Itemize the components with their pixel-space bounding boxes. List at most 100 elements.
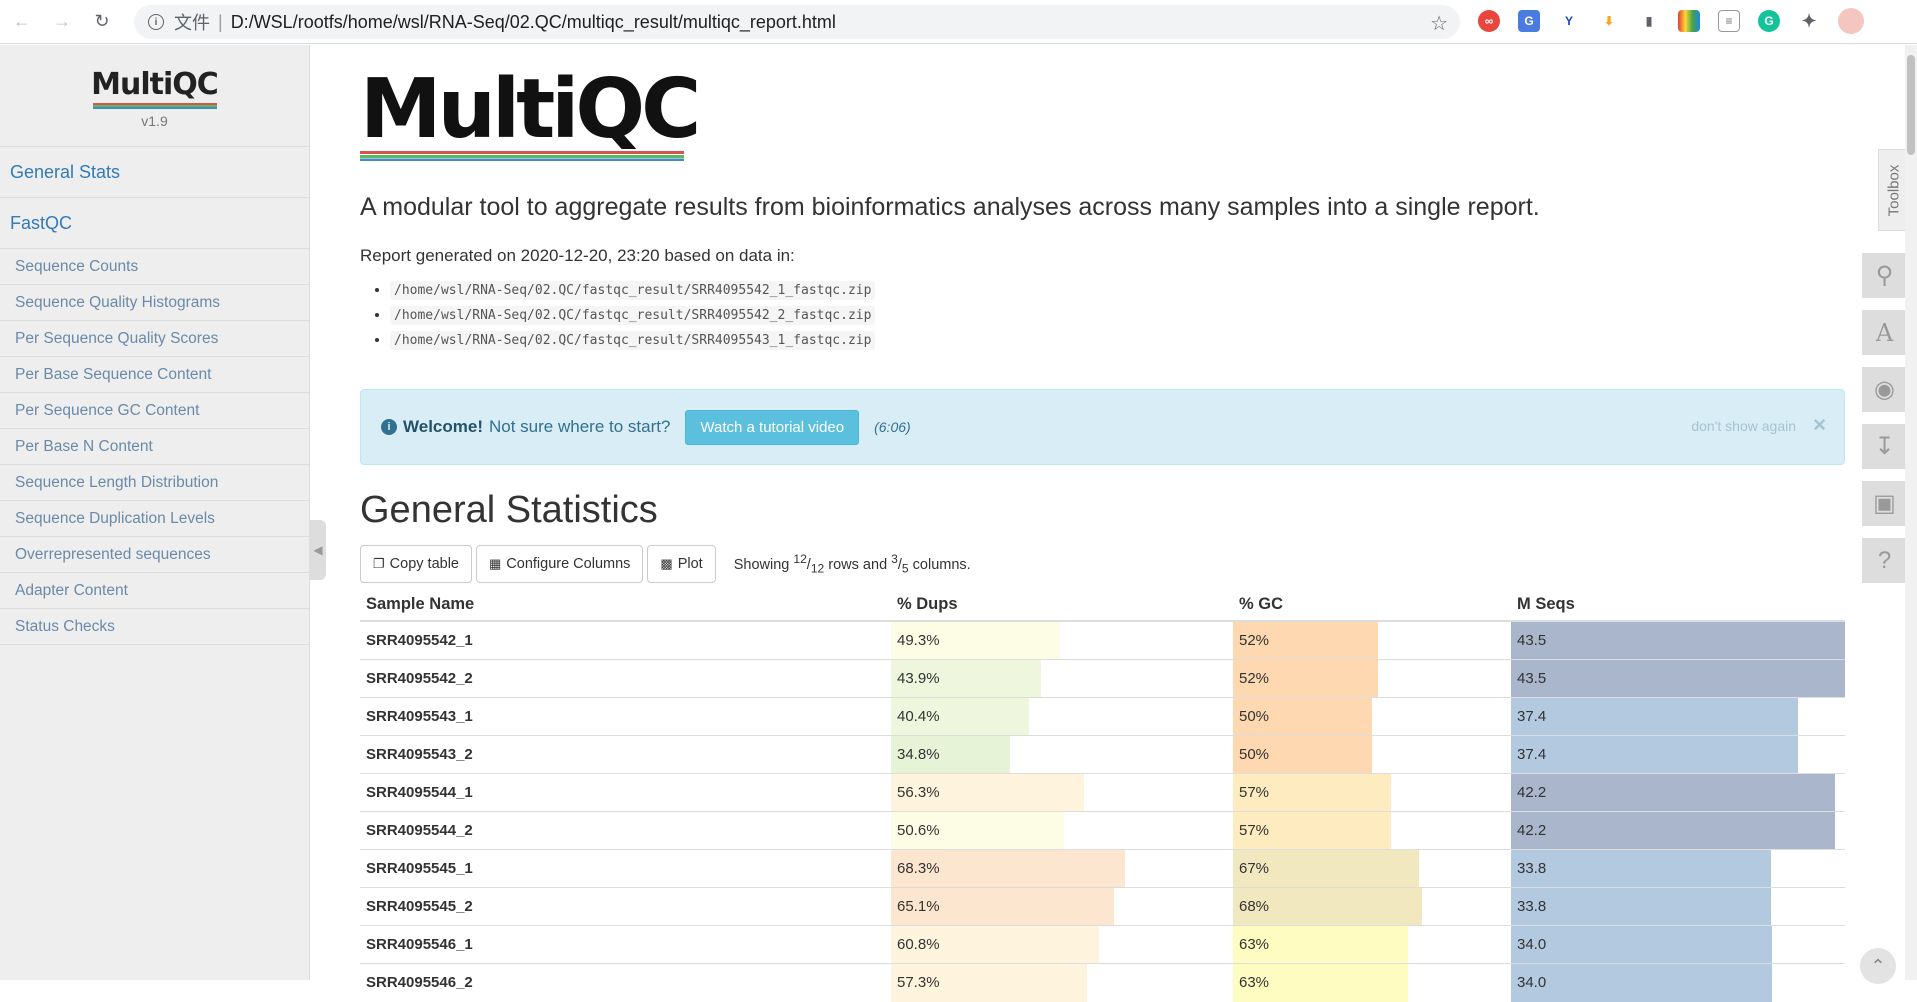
mseqs-cell: 37.4 bbox=[1511, 697, 1845, 736]
configure-columns-label: Configure Columns bbox=[506, 556, 631, 572]
dont-show-again-link[interactable]: don't show again bbox=[1691, 418, 1796, 434]
url-text[interactable]: D:/WSL/rootfs/home/wsl/RNA-Seq/02.QC/mul… bbox=[231, 12, 836, 33]
cell-value: 50.6% bbox=[897, 822, 940, 839]
cell-value: 42.2 bbox=[1517, 822, 1547, 839]
bookmark-star-icon[interactable]: ☆ bbox=[1430, 11, 1448, 36]
report-main: MultiQC A modular tool to aggregate resu… bbox=[360, 45, 1845, 1002]
cell-value: 33.8 bbox=[1517, 898, 1547, 915]
help-icon[interactable]: ? bbox=[1862, 538, 1907, 583]
sidebar-item-adapter-content[interactable]: Adapter Content bbox=[0, 573, 309, 609]
col-header-sample-name[interactable]: Sample Name bbox=[360, 589, 891, 622]
gc-cell: 57% bbox=[1233, 811, 1511, 850]
cell-value: 50% bbox=[1239, 708, 1270, 725]
cell-value: 57% bbox=[1239, 822, 1270, 839]
version-label: v1.9 bbox=[141, 113, 168, 129]
sidebar-logo[interactable]: MultiQC bbox=[0, 67, 309, 102]
hide-icon[interactable]: ◉ bbox=[1862, 367, 1907, 412]
gc-cell: 67% bbox=[1233, 849, 1511, 888]
dups-cell: 43.9% bbox=[891, 659, 1233, 698]
sidebar-item-per-base-n-content[interactable]: Per Base N Content bbox=[0, 429, 309, 465]
colors-extension-icon[interactable] bbox=[1678, 10, 1700, 32]
cell-value: 57.3% bbox=[897, 974, 940, 992]
puzzle-icon[interactable]: ✦ bbox=[1798, 10, 1820, 32]
gc-cell: 50% bbox=[1233, 735, 1511, 774]
sidebar-item-sequence-counts[interactable]: Sequence Counts bbox=[0, 249, 309, 285]
omnibox-separator: | bbox=[218, 11, 223, 32]
dups-cell: 49.3% bbox=[891, 620, 1233, 660]
watch-tutorial-button[interactable]: Watch a tutorial video bbox=[685, 409, 860, 445]
sidebar-collapse-toggle[interactable]: ◀ bbox=[310, 520, 326, 580]
cols-word: columns. bbox=[908, 556, 971, 573]
info-circle-icon: i bbox=[381, 419, 397, 435]
table-row: SRR4095546_2 57.3% 63% 34.0 bbox=[360, 963, 1845, 1002]
cols-total: 5 bbox=[901, 561, 909, 576]
page-scrollbar[interactable] bbox=[1905, 45, 1917, 980]
dups-cell: 68.3% bbox=[891, 849, 1233, 888]
mseqs-cell: 33.8 bbox=[1511, 887, 1845, 926]
sidebar-logo-bars bbox=[92, 103, 217, 109]
address-bar[interactable]: i 文件 | D:/WSL/rootfs/home/wsl/RNA-Seq/02… bbox=[134, 5, 1460, 39]
translate-extension-icon[interactable]: G bbox=[1518, 10, 1540, 32]
download-icon[interactable]: ↧ bbox=[1862, 424, 1907, 469]
grammarly-extension-icon[interactable]: G bbox=[1758, 10, 1780, 32]
gc-cell: 63% bbox=[1233, 925, 1511, 964]
sample-name-cell: SRR4095546_1 bbox=[360, 925, 891, 964]
sidebar-item-per-sequence-gc-content[interactable]: Per Sequence GC Content bbox=[0, 393, 309, 429]
sidebar-item-general-stats[interactable]: General Stats bbox=[0, 147, 309, 198]
sidebar-item-status-checks[interactable]: Status Checks bbox=[0, 609, 309, 645]
mseqs-cell: 34.0 bbox=[1511, 963, 1845, 1002]
pin-icon[interactable]: ⚲ bbox=[1862, 253, 1907, 298]
forward-icon[interactable]: → bbox=[44, 4, 80, 40]
y-extension-icon[interactable]: Y bbox=[1558, 10, 1580, 32]
rows-total: 12 bbox=[810, 561, 825, 576]
reload-icon[interactable]: ↻ bbox=[84, 4, 120, 40]
sidebar-item-sequence-duplication-levels[interactable]: Sequence Duplication Levels bbox=[0, 501, 309, 537]
sidebar-item-overrepresented-sequences[interactable]: Overrepresented sequences bbox=[0, 537, 309, 573]
mseqs-cell: 42.2 bbox=[1511, 773, 1845, 812]
dups-cell: 60.8% bbox=[891, 925, 1233, 964]
sidebar-item-sequence-length-distribution[interactable]: Sequence Length Distribution bbox=[0, 465, 309, 501]
bookmark-extension-icon[interactable]: ▮ bbox=[1638, 10, 1660, 32]
scroll-to-top-icon[interactable]: ⌃ bbox=[1860, 948, 1896, 984]
copy-table-button[interactable]: ❐ Copy table bbox=[360, 545, 472, 583]
cell-value: 37.4 bbox=[1517, 708, 1547, 725]
scrollbar-thumb[interactable] bbox=[1907, 55, 1915, 155]
col-header-dups[interactable]: % Dups bbox=[891, 589, 1233, 622]
toolbox-label: Toolbox bbox=[1885, 164, 1903, 216]
sample-name-cell: SRR4095542_1 bbox=[360, 620, 891, 660]
table-toolbar: ❐ Copy table ▦ Configure Columns ▩ Plot Sho… bbox=[360, 545, 1845, 583]
sample-name-cell: SRR4095546_2 bbox=[360, 963, 891, 1002]
sidebar-item-per-base-sequence-content[interactable]: Per Base Sequence Content bbox=[0, 357, 309, 393]
table-row: SRR4095543_1 40.4% 50% 37.4 bbox=[360, 697, 1845, 736]
plot-label: Plot bbox=[677, 556, 703, 572]
save-icon[interactable]: ▣ bbox=[1862, 481, 1907, 526]
configure-columns-button[interactable]: ▦ Configure Columns bbox=[475, 545, 644, 583]
col-header-gc[interactable]: % GC bbox=[1233, 589, 1511, 622]
table-row: SRR4095545_1 68.3% 67% 33.8 bbox=[360, 849, 1845, 888]
mseqs-cell: 42.2 bbox=[1511, 811, 1845, 850]
doc-extension-icon[interactable]: ≡ bbox=[1718, 10, 1740, 32]
sample-name-cell: SRR4095543_1 bbox=[360, 697, 891, 736]
download-extension-icon[interactable]: ⬇ bbox=[1598, 10, 1620, 32]
close-icon[interactable]: × bbox=[1813, 412, 1826, 438]
list-item: /home/wsl/RNA-Seq/02.QC/fastqc_result/SR… bbox=[390, 303, 1845, 328]
sidebar-item-sequence-quality-histograms[interactable]: Sequence Quality Histograms bbox=[0, 285, 309, 321]
font-icon[interactable]: A bbox=[1862, 310, 1907, 355]
col-header-mseqs[interactable]: M Seqs bbox=[1511, 589, 1845, 622]
file-path: /home/wsl/RNA-Seq/02.QC/fastqc_result/SR… bbox=[390, 331, 876, 350]
cell-value: 43.9% bbox=[897, 670, 940, 687]
cols-shown: 3 bbox=[891, 552, 898, 567]
info-icon[interactable]: i bbox=[148, 14, 164, 30]
cell-value: 65.1% bbox=[897, 898, 940, 915]
gc-cell: 63% bbox=[1233, 963, 1511, 1002]
file-path: /home/wsl/RNA-Seq/02.QC/fastqc_result/SR… bbox=[390, 306, 876, 325]
cell-value: 34.0 bbox=[1517, 936, 1547, 953]
sidebar-item-per-sequence-quality-scores[interactable]: Per Sequence Quality Scores bbox=[0, 321, 309, 357]
cell-value: 63% bbox=[1239, 936, 1270, 953]
sidebar-item-fastqc[interactable]: FastQC bbox=[0, 198, 309, 249]
back-icon[interactable]: ← bbox=[4, 4, 40, 40]
profile-avatar[interactable] bbox=[1838, 8, 1864, 34]
plot-button[interactable]: ▩ Plot bbox=[647, 545, 716, 583]
glasses-extension-icon[interactable]: ∞ bbox=[1478, 10, 1500, 32]
lead-text: A modular tool to aggregate results from… bbox=[360, 193, 1540, 221]
